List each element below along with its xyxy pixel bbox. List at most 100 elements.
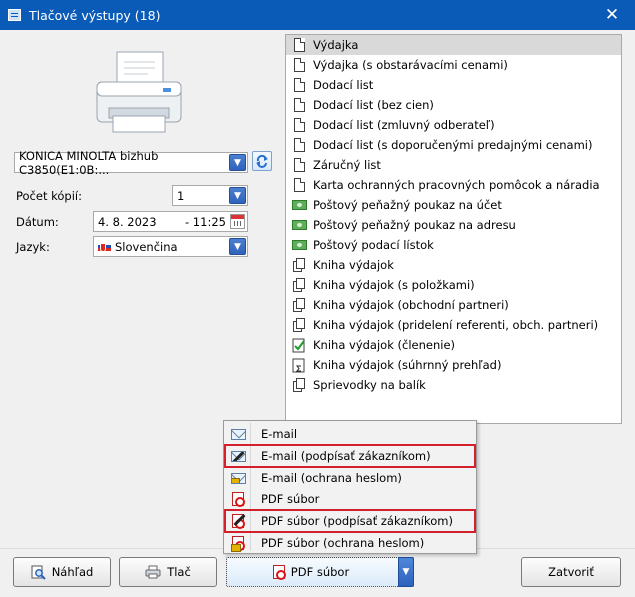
window-icon <box>8 9 21 21</box>
document-icon <box>291 77 307 93</box>
printer-select[interactable]: KONICA MINOLTA bizhub C3850(E1:0B:... ▼ <box>14 149 248 177</box>
report-item-label: Výdajka (s obstarávacími cenami) <box>313 58 508 72</box>
document-icon <box>291 97 307 113</box>
printer-icon <box>96 51 182 133</box>
money-order-icon <box>291 217 307 233</box>
language-value: Slovenčina <box>115 239 178 254</box>
preview-button[interactable]: Náhľad <box>13 557 111 587</box>
time-value[interactable]: - 11:25 <box>185 215 226 229</box>
menu-item-label: E-mail (ochrana heslom) <box>261 471 402 485</box>
document-icon <box>291 37 307 53</box>
document-icon <box>291 117 307 133</box>
close-button-label: Zatvoriť <box>548 565 594 579</box>
print-button[interactable]: Tlač <box>119 557 217 587</box>
preview-button-label: Náhľad <box>51 565 94 579</box>
report-item[interactable]: Kniha výdajok (pridelení referenti, obch… <box>286 315 621 335</box>
report-item-label: Kniha výdajok (súhrnný prehľad) <box>313 358 502 372</box>
document-stack-icon <box>291 297 307 313</box>
report-item-label: Výdajka <box>313 38 359 52</box>
report-item[interactable]: Dodací list (zmluvný odberateľ) <box>286 115 621 135</box>
close-window-button[interactable]: ✕ <box>589 0 635 30</box>
printer-select-value: KONICA MINOLTA bizhub C3850(E1:0B:... <box>19 148 159 177</box>
chevron-down-icon[interactable]: ▼ <box>229 238 246 255</box>
report-item[interactable]: Karta ochranných pracovných pomôcok a ná… <box>286 175 621 195</box>
document-check-icon <box>291 337 307 353</box>
report-item-label: Dodací list <box>313 78 374 92</box>
email-lock-icon <box>226 472 250 484</box>
menu-item-label: PDF súbor (podpísať zákazníkom) <box>261 514 453 528</box>
report-item[interactable]: Kniha výdajok <box>286 255 621 275</box>
report-item-label: Dodací list (bez cien) <box>313 98 434 112</box>
pdf-sign-icon <box>226 514 250 529</box>
date-value[interactable]: 4. 8. 2023 <box>98 215 157 229</box>
money-order-icon <box>291 197 307 213</box>
report-list[interactable]: Výdajka Výdajka (s obstarávacími cenami)… <box>285 34 622 424</box>
document-icon <box>291 137 307 153</box>
chevron-down-icon[interactable]: ▼ <box>229 154 246 171</box>
report-item-label: Karta ochranných pracovných pomôcok a ná… <box>313 178 600 192</box>
report-item-label: Kniha výdajok (obchodní partneri) <box>313 298 509 312</box>
report-item-label: Sprievodky na balík <box>313 378 426 392</box>
report-item[interactable]: Dodací list <box>286 75 621 95</box>
chevron-down-icon[interactable]: ▼ <box>229 187 246 204</box>
export-button-label: PDF súbor <box>290 565 350 579</box>
calendar-icon[interactable] <box>230 214 245 229</box>
menu-item-email-password[interactable]: E-mail (ochrana heslom) <box>226 468 474 488</box>
email-icon <box>226 428 250 440</box>
report-item-label: Kniha výdajok (pridelení referenti, obch… <box>313 318 599 332</box>
refresh-icon <box>256 154 268 168</box>
title-bar: Tlačové výstupy (18) ✕ <box>0 0 635 30</box>
report-item[interactable]: Dodací list (bez cien) <box>286 95 621 115</box>
language-select[interactable]: Slovenčina ▼ <box>93 236 248 257</box>
report-item[interactable]: Kniha výdajok (obchodní partneri) <box>286 295 621 315</box>
report-item[interactable]: Poštový podací lístok <box>286 235 621 255</box>
export-menu: E-mail E-mail (podpísať zákazníkom) E-ma… <box>223 420 477 554</box>
document-icon <box>291 177 307 193</box>
report-item-label: Poštový podací lístok <box>313 238 434 252</box>
report-item-label: Dodací list (zmluvný odberateľ) <box>313 118 495 132</box>
report-item-label: Kniha výdajok (členenie) <box>313 338 456 352</box>
report-item-label: Záručný list <box>313 158 381 172</box>
close-button[interactable]: Zatvoriť <box>521 557 621 587</box>
report-item-label: Kniha výdajok <box>313 258 394 272</box>
chevron-down-icon[interactable]: ▼ <box>398 557 414 587</box>
preview-icon <box>31 565 46 580</box>
copies-label: Počet kópií: <box>16 189 82 203</box>
report-item[interactable]: Výdajka <box>286 35 621 55</box>
report-item[interactable]: Kniha výdajok (členenie) <box>286 335 621 355</box>
report-item[interactable]: Sprievodky na balík <box>286 375 621 395</box>
menu-item-pdf-sign[interactable]: PDF súbor (podpísať zákazníkom) <box>224 509 476 533</box>
copies-select[interactable]: 1 ▼ <box>172 185 248 206</box>
menu-item-pdf[interactable]: PDF súbor <box>226 489 474 509</box>
print-icon <box>145 565 161 579</box>
report-item[interactable]: Kniha výdajok (súhrnný prehľad) <box>286 355 621 375</box>
menu-item-pdf-password[interactable]: PDF súbor (ochrana heslom) <box>226 533 474 553</box>
report-item[interactable]: Dodací list (s doporučenými predajnými c… <box>286 135 621 155</box>
money-order-icon <box>291 237 307 253</box>
report-item[interactable]: Výdajka (s obstarávacími cenami) <box>286 55 621 75</box>
refresh-printers-button[interactable] <box>252 151 272 171</box>
menu-item-label: PDF súbor (ochrana heslom) <box>261 536 425 550</box>
export-split-button[interactable]: PDF súbor ▼ <box>226 557 414 587</box>
report-item-label: Poštový peňažný poukaz na adresu <box>313 218 516 232</box>
menu-item-email-sign[interactable]: E-mail (podpísať zákazníkom) <box>224 444 476 468</box>
language-label: Jazyk: <box>16 240 50 254</box>
print-button-label: Tlač <box>167 565 191 579</box>
date-field[interactable]: 4. 8. 2023 - 11:25 <box>93 211 248 232</box>
report-item[interactable]: Poštový peňažný poukaz na adresu <box>286 215 621 235</box>
report-item[interactable]: Záručný list <box>286 155 621 175</box>
email-sign-icon <box>226 450 250 462</box>
slovak-flag-icon <box>98 242 111 252</box>
document-stack-icon <box>291 257 307 273</box>
menu-item-label: PDF súbor <box>261 492 320 506</box>
pdf-lock-icon <box>226 536 250 552</box>
document-icon <box>291 157 307 173</box>
document-stack-icon <box>291 277 307 293</box>
report-item[interactable]: Poštový peňažný poukaz na účet <box>286 195 621 215</box>
document-sum-icon <box>291 357 307 373</box>
report-item[interactable]: Kniha výdajok (s položkami) <box>286 275 621 295</box>
pdf-icon <box>226 492 250 507</box>
report-item-label: Kniha výdajok (s položkami) <box>313 278 475 292</box>
menu-item-email[interactable]: E-mail <box>226 424 474 444</box>
date-label: Dátum: <box>16 215 59 229</box>
